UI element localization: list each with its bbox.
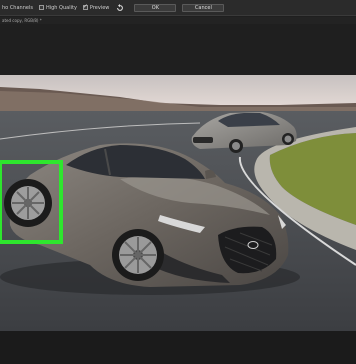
high-quality-checkbox[interactable] <box>38 5 44 10</box>
preview-checkbox[interactable] <box>82 3 88 10</box>
high-quality-label: High Quality <box>45 4 77 11</box>
high-quality-option[interactable]: High Quality <box>38 4 77 11</box>
show-channels-option[interactable]: ho Channels <box>2 5 33 11</box>
preview-label: Preview <box>89 4 110 11</box>
image-canvas[interactable] <box>0 75 356 331</box>
document-tab[interactable]: ated copy, RGB/8) * <box>0 17 356 24</box>
canvas-bottom-area <box>0 331 356 364</box>
filter-toolbar: ho Channels High Quality Preview OK Canc… <box>0 0 356 16</box>
show-channels-label: ho Channels <box>2 4 33 11</box>
cancel-button[interactable]: Cancel <box>182 3 225 12</box>
document-tab-label: ated copy, RGB/8) * <box>2 18 42 23</box>
car-photo <box>0 75 356 331</box>
preview-option[interactable]: Preview <box>82 3 110 11</box>
ok-button[interactable]: OK <box>134 3 177 12</box>
undo-icon[interactable] <box>115 3 124 12</box>
